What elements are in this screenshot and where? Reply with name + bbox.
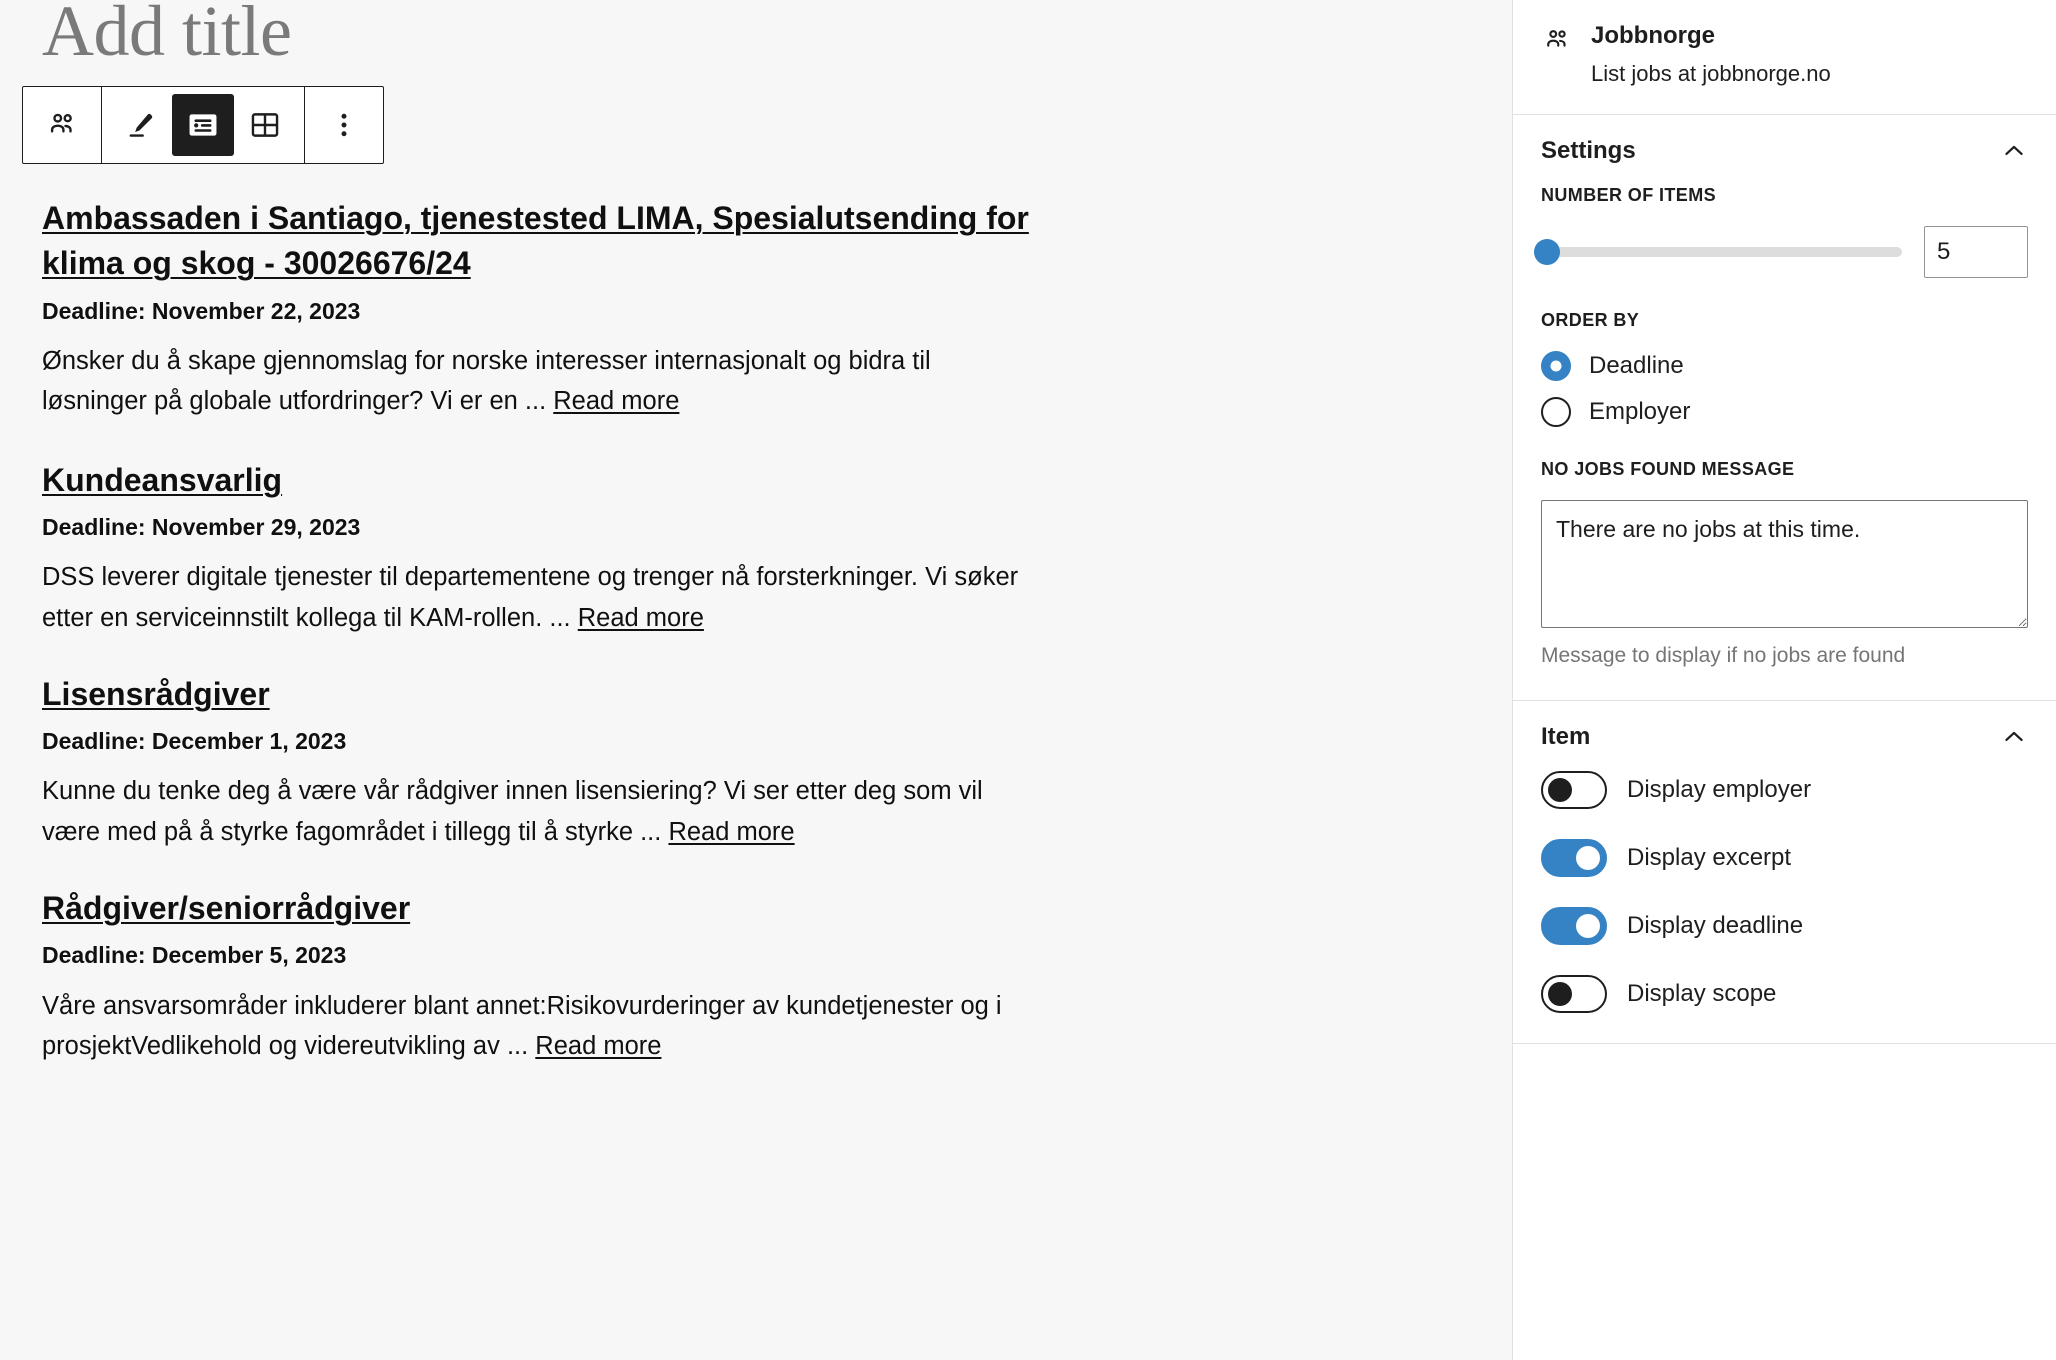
number-of-items-slider[interactable] xyxy=(1534,239,1902,266)
toggle-display-excerpt-label: Display excerpt xyxy=(1627,843,1792,871)
number-of-items-field: NUMBER OF ITEMS xyxy=(1534,185,2028,279)
toggle-knob xyxy=(1576,913,1600,938)
editor-app: Add title Ambassaden i Santiago, tjenest… xyxy=(0,0,2056,1360)
job-excerpt-text: Ønsker du å skape gjennomslag for norske… xyxy=(42,347,931,416)
read-more-link[interactable]: Read more xyxy=(578,604,704,632)
block-settings-sidebar: Jobbnorge List jobs at jobbnorge.no Sett… xyxy=(1512,0,2056,1360)
block-toolbar-group-more xyxy=(304,87,383,163)
job-excerpt-text: DSS leverer digitale tjenester til depar… xyxy=(42,563,1019,632)
list-view-icon-button[interactable] xyxy=(172,94,234,156)
job-title-link[interactable]: Rådgiver/seniorrådgiver xyxy=(42,886,1042,931)
item-section-toggle[interactable]: Item xyxy=(1513,701,2056,771)
people-group-icon xyxy=(45,108,79,142)
more-options-icon xyxy=(327,108,361,142)
block-card: Jobbnorge List jobs at jobbnorge.no xyxy=(1513,0,2056,114)
no-jobs-message-label: NO JOBS FOUND MESSAGE xyxy=(1541,459,1795,480)
job-excerpt: DSS leverer digitale tjenester til depar… xyxy=(42,557,1042,638)
number-of-items-row xyxy=(1534,226,2028,279)
editor-canvas: Add title Ambassaden i Santiago, tjenest… xyxy=(0,0,1512,1360)
grid-view-icon-button[interactable] xyxy=(234,94,296,156)
radio-deadline-label: Deadline xyxy=(1589,352,1684,380)
block-toolbar xyxy=(22,86,384,164)
order-by-option-employer[interactable]: Employer xyxy=(1541,397,2028,428)
job-deadline: Deadline: December 1, 2023 xyxy=(42,728,347,755)
block-card-title: Jobbnorge xyxy=(1591,22,1715,49)
no-jobs-message-field: NO JOBS FOUND MESSAGE Message to display… xyxy=(1541,459,2028,669)
read-more-link[interactable]: Read more xyxy=(553,387,679,415)
settings-section-title: Settings xyxy=(1541,137,1636,165)
toggle-display-deadline[interactable] xyxy=(1541,906,1607,945)
people-group-icon xyxy=(1541,24,1573,56)
order-by-option-deadline[interactable]: Deadline xyxy=(1541,351,2028,382)
toggle-row-display-deadline[interactable]: Display deadline xyxy=(1541,906,2028,945)
job-deadline: Deadline: November 22, 2023 xyxy=(42,297,361,324)
toggle-knob xyxy=(1548,777,1572,802)
block-toolbar-group-view xyxy=(101,87,304,163)
pencil-edit-icon xyxy=(124,108,158,142)
toggle-display-scope-label: Display scope xyxy=(1627,979,1777,1007)
chevron-up-icon xyxy=(2000,137,2028,165)
job-excerpt: Våre ansvarsområder inkluderer blant ann… xyxy=(42,986,1042,1067)
radio-employer-label: Employer xyxy=(1589,398,1691,426)
number-of-items-input[interactable] xyxy=(1924,226,2028,279)
item-panel: Item Display employer Display excerpt Di… xyxy=(1513,701,2056,1044)
block-card-panel: Jobbnorge List jobs at jobbnorge.no xyxy=(1513,0,2056,116)
block-type-people-icon-button[interactable] xyxy=(31,94,93,156)
settings-section-toggle[interactable]: Settings xyxy=(1513,115,2056,185)
more-options-icon-button[interactable] xyxy=(313,94,375,156)
job-list-item: Lisensrådgiver Deadline: December 1, 202… xyxy=(42,672,1072,852)
job-excerpt: Kunne du tenke deg å være vår rådgiver i… xyxy=(42,771,1042,852)
number-of-items-label: NUMBER OF ITEMS xyxy=(1541,185,1716,206)
job-title-link[interactable]: Lisensrådgiver xyxy=(42,672,1042,717)
toggle-row-display-employer[interactable]: Display employer xyxy=(1541,770,2028,809)
job-deadline: Deadline: November 29, 2023 xyxy=(42,514,361,541)
post-title-placeholder[interactable]: Add title xyxy=(42,0,292,71)
slider-thumb[interactable] xyxy=(1534,239,1560,266)
toggle-knob xyxy=(1576,845,1600,870)
block-card-description: List jobs at jobbnorge.no xyxy=(1591,60,1831,86)
job-title-link[interactable]: Ambassaden i Santiago, tjenestested LIMA… xyxy=(42,196,1042,287)
item-section-title: Item xyxy=(1541,722,1591,750)
job-excerpt-text: Kunne du tenke deg å være vår rådgiver i… xyxy=(42,777,983,846)
toggle-display-deadline-label: Display deadline xyxy=(1627,911,1804,939)
settings-section-body: NUMBER OF ITEMS ORDER BY Deadline xyxy=(1513,185,2056,699)
pencil-edit-icon-button[interactable] xyxy=(110,94,172,156)
block-card-text: Jobbnorge List jobs at jobbnorge.no xyxy=(1591,22,1831,88)
toggle-row-display-excerpt[interactable]: Display excerpt xyxy=(1541,838,2028,877)
settings-panel: Settings NUMBER OF ITEMS 5 ORDER BY Dead… xyxy=(1513,115,2056,701)
read-more-link[interactable]: Read more xyxy=(668,818,794,846)
job-list: Ambassaden i Santiago, tjenestested LIMA… xyxy=(42,196,1072,1100)
job-excerpt: Ønsker du å skape gjennomslag for norske… xyxy=(42,341,1042,422)
job-list-item: Ambassaden i Santiago, tjenestested LIMA… xyxy=(42,196,1072,422)
job-title-link[interactable]: Kundeansvarlig xyxy=(42,458,1042,503)
job-list-item: Kundeansvarlig Deadline: November 29, 20… xyxy=(42,458,1072,638)
item-section-body: Display employer Display excerpt Display… xyxy=(1513,770,2056,1043)
toggle-display-employer-label: Display employer xyxy=(1627,775,1812,803)
block-toolbar-group-type xyxy=(23,87,101,163)
job-list-item: Rådgiver/seniorrådgiver Deadline: Decemb… xyxy=(42,886,1072,1066)
toggle-display-scope[interactable] xyxy=(1541,974,1607,1013)
order-by-field: ORDER BY Deadline Employer xyxy=(1541,310,2028,428)
toggle-display-excerpt[interactable] xyxy=(1541,838,1607,877)
read-more-link[interactable]: Read more xyxy=(535,1032,661,1060)
list-view-icon xyxy=(186,108,220,142)
toggle-knob xyxy=(1548,981,1572,1006)
no-jobs-message-help: Message to display if no jobs are found xyxy=(1541,644,1906,668)
chevron-up-icon xyxy=(2000,723,2028,751)
job-deadline: Deadline: December 5, 2023 xyxy=(42,942,347,969)
toggle-display-employer[interactable] xyxy=(1541,770,1607,809)
grid-view-icon xyxy=(248,108,282,142)
no-jobs-message-textarea[interactable] xyxy=(1541,500,2028,629)
toggle-row-display-scope[interactable]: Display scope xyxy=(1541,974,2028,1013)
job-excerpt-text: Våre ansvarsområder inkluderer blant ann… xyxy=(42,991,1002,1060)
radio-employer-icon[interactable] xyxy=(1541,397,1571,428)
radio-deadline-icon[interactable] xyxy=(1541,351,1571,382)
sidebar-footer xyxy=(1513,1043,2056,1360)
order-by-label: ORDER BY xyxy=(1541,310,1640,331)
